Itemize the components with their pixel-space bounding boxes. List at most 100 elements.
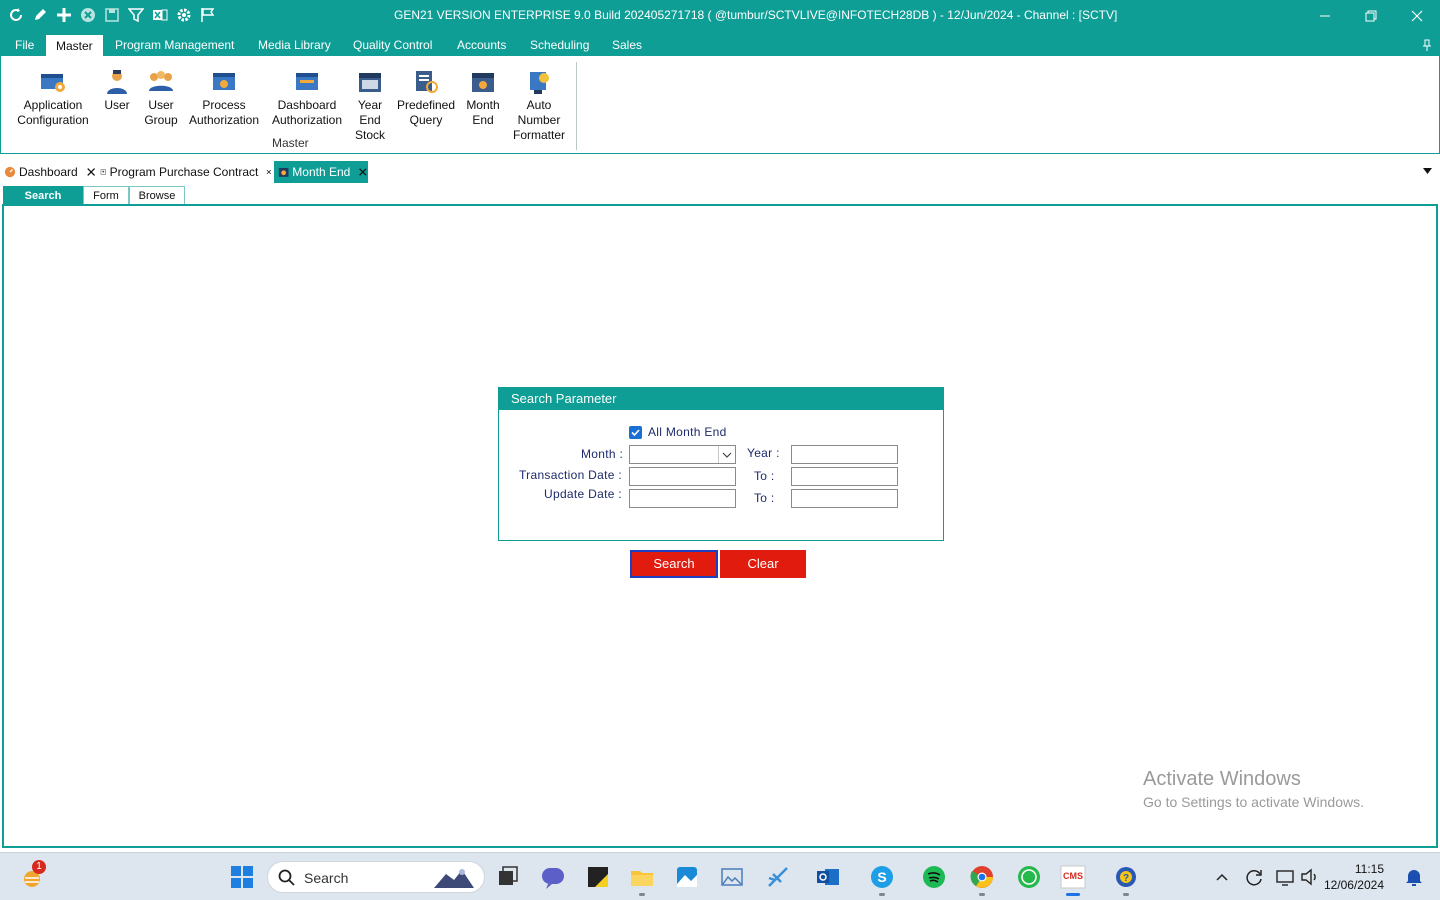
chrome-icon[interactable] [968, 863, 996, 891]
menu-scheduling[interactable]: Scheduling [530, 34, 589, 56]
year-label: Year : [747, 446, 780, 460]
restore-icon[interactable] [1348, 0, 1394, 32]
clock-date: 12/06/2024 [1323, 878, 1384, 892]
taskbar-clock[interactable]: 11:15 12/06/2024 [1324, 861, 1384, 893]
running-indicator [1123, 893, 1129, 896]
user-group-icon [149, 71, 173, 91]
tab-form[interactable]: Form [83, 186, 129, 205]
svg-text:?: ? [1123, 873, 1129, 884]
chevron-up-icon[interactable] [1208, 863, 1236, 891]
menu-media-library[interactable]: Media Library [258, 34, 331, 56]
ribbon-group-label: Master [272, 136, 309, 150]
help-app-icon[interactable]: ? [1112, 863, 1140, 891]
ribbon-process-authorization-button[interactable]: Process Authorization [186, 69, 262, 128]
tab-browse[interactable]: Browse [129, 186, 185, 205]
ribbon-label-line: Formatter [512, 128, 565, 142]
month-select[interactable] [629, 445, 736, 464]
spotify-icon[interactable] [920, 863, 948, 891]
menu-master[interactable]: Master [45, 34, 104, 57]
ribbon-application-configuration-button[interactable]: Application Configuration [15, 69, 91, 128]
ribbon-label-line: Auto [526, 98, 552, 112]
menu-program-management[interactable]: Program Management [115, 34, 234, 56]
clear-button[interactable]: Clear [720, 550, 806, 578]
ribbon-separator [576, 62, 577, 150]
ribbon-user-group-button[interactable]: User Group [141, 69, 181, 128]
notification-bell-icon[interactable] [1400, 863, 1428, 891]
ribbon-label-line: End [359, 113, 381, 127]
windows-start-icon[interactable] [228, 863, 256, 891]
ribbon-month-end-button[interactable]: Month End [463, 69, 503, 128]
task-view-icon[interactable] [494, 863, 522, 891]
menu-accounts[interactable]: Accounts [457, 34, 506, 56]
running-indicator [879, 893, 885, 896]
close-tab-icon[interactable] [86, 166, 96, 178]
cms-app-icon[interactable]: CMS [1059, 863, 1087, 891]
menu-file[interactable]: File [15, 34, 34, 56]
whatsapp-icon[interactable] [1015, 863, 1043, 891]
delete-circle-icon[interactable] [78, 5, 98, 25]
calendar-stock-icon [359, 73, 381, 92]
all-month-end-checkbox[interactable] [629, 426, 642, 439]
update-date-from-input[interactable] [629, 489, 736, 508]
transaction-date-to-input[interactable] [791, 467, 898, 486]
add-icon[interactable] [54, 5, 74, 25]
transaction-date-label: Transaction Date : [519, 468, 622, 482]
volume-icon[interactable] [1296, 863, 1324, 891]
month-end-icon [278, 167, 289, 177]
chat-app-icon[interactable] [539, 863, 567, 891]
running-indicator [979, 893, 985, 896]
transaction-date-from-input[interactable] [629, 467, 736, 486]
gear-icon[interactable] [174, 5, 194, 25]
update-date-to-input[interactable] [791, 489, 898, 508]
sync-icon[interactable] [1240, 863, 1268, 891]
svg-text:S: S [877, 869, 886, 885]
window-controls [1302, 0, 1440, 32]
ribbon-label-line: Authorization [188, 113, 260, 127]
menu-quality-control[interactable]: Quality Control [353, 34, 432, 56]
year-input[interactable] [791, 445, 898, 464]
skype-icon[interactable]: S [868, 863, 896, 891]
ribbon-label-line: Configuration [17, 113, 89, 127]
dev-tool-icon[interactable] [764, 863, 792, 891]
user-icon [107, 70, 127, 94]
doc-tab-month-end[interactable]: Month End [274, 161, 368, 183]
pin-ribbon-icon[interactable] [1422, 39, 1432, 51]
sticky-notes-icon[interactable] [584, 863, 612, 891]
activate-windows-subtitle: Go to Settings to activate Windows. [1143, 794, 1364, 810]
chevron-down-icon[interactable] [718, 446, 735, 463]
flag-icon[interactable] [198, 5, 218, 25]
close-tab-icon[interactable] [266, 166, 272, 178]
ribbon-auto-number-formatter-button[interactable]: Auto Number Formatter [509, 69, 569, 143]
update-date-label: Update Date : [544, 487, 622, 501]
doc-tab-program-purchase-contract[interactable]: Program Purchase Contract [100, 161, 272, 183]
image-viewer-icon[interactable] [718, 863, 746, 891]
ribbon-label-line: Year [357, 98, 383, 112]
tab-search[interactable]: Search [3, 186, 83, 205]
photos-app-icon[interactable] [673, 863, 701, 891]
search-button[interactable]: Search [630, 550, 718, 578]
doc-tab-dashboard[interactable]: Dashboard [4, 161, 96, 183]
ribbon-dashboard-authorization-button[interactable]: Dashboard Authorization [269, 69, 345, 128]
close-tab-icon[interactable] [358, 166, 368, 178]
edit-pencil-icon[interactable] [30, 5, 50, 25]
file-explorer-icon[interactable] [628, 863, 656, 891]
taskbar-search-box[interactable]: Search [267, 861, 485, 893]
excel-export-icon[interactable] [150, 5, 170, 25]
menu-sales[interactable]: Sales [612, 34, 642, 56]
close-icon[interactable] [1394, 0, 1440, 32]
window-title: GEN21 VERSION ENTERPRISE 9.0 Build 20240… [394, 8, 1118, 22]
filter-icon[interactable] [126, 5, 146, 25]
ribbon-panel: Application Configuration User User Grou… [0, 56, 1440, 154]
number-formatter-icon [530, 72, 549, 94]
tab-list-dropdown-icon[interactable] [1423, 168, 1432, 174]
activate-windows-title: Activate Windows [1143, 768, 1301, 790]
minimize-icon[interactable] [1302, 0, 1348, 32]
ribbon-user-button[interactable]: User [101, 69, 133, 113]
save-icon[interactable] [102, 5, 122, 25]
ribbon-year-end-stock-button[interactable]: Year End Stock [351, 69, 389, 143]
doc-tab-label: Month End [292, 165, 351, 179]
ribbon-predefined-query-button[interactable]: Predefined Query [395, 69, 457, 128]
process-auth-icon [213, 73, 235, 90]
refresh-icon[interactable] [6, 5, 26, 25]
outlook-icon[interactable] [814, 863, 842, 891]
